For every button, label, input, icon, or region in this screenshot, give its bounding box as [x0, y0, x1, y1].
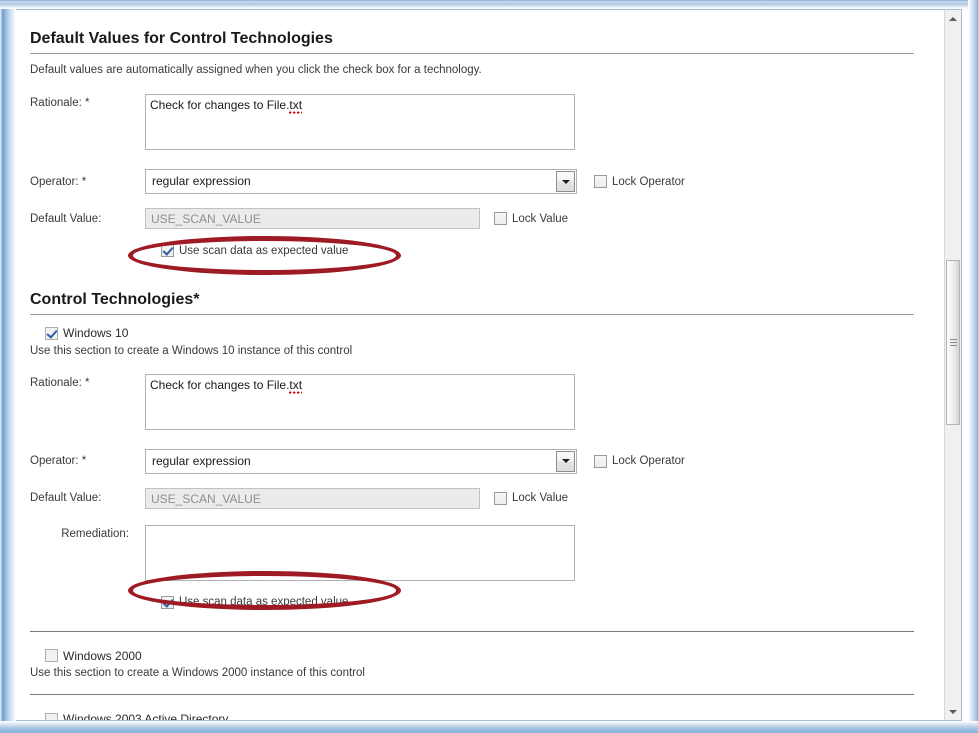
default-values-heading: Default Values for Control Technologies [30, 30, 914, 53]
default-use-scan-checkbox[interactable]: Use scan data as expected value [161, 244, 348, 257]
window-border-bottom [0, 721, 978, 733]
default-operator-value: regular expression [152, 174, 251, 188]
win10-remediation-textarea[interactable] [145, 525, 575, 581]
default-rationale-textarea[interactable]: Check for changes to File.txt [145, 94, 575, 150]
default-values-helper-text: Default values are automatically assigne… [30, 64, 914, 76]
scrollable-form-area: Default Values for Control Technologies … [16, 10, 944, 720]
default-use-scan-label: Use scan data as expected value [179, 245, 348, 257]
default-lock-operator-label: Lock Operator [612, 176, 685, 188]
default-value-input: USE_SCAN_VALUE [145, 208, 480, 229]
scroll-up-arrow-icon[interactable] [945, 10, 961, 27]
checkbox-box[interactable] [45, 649, 58, 662]
chevron-down-icon[interactable] [556, 451, 575, 472]
win10-default-value-text: USE_SCAN_VALUE [151, 492, 261, 506]
win10-default-value-row: Default Value: USE_SCAN_VALUE Lock Value [30, 488, 914, 509]
win10-lock-operator-checkbox[interactable]: Lock Operator [594, 455, 685, 468]
checkbox-box[interactable] [161, 596, 174, 609]
control-technologies-section: Control Technologies* Windows 10 Use thi… [30, 291, 914, 720]
technology-checkbox-windows-2003-ad[interactable]: Windows 2003 Active Directory [45, 712, 228, 720]
default-lock-operator-checkbox[interactable]: Lock Operator [594, 175, 685, 188]
technology-block-windows-10: Windows 10 Use this section to create a … [30, 326, 914, 609]
technology-description-windows-2000: Use this section to create a Windows 200… [30, 667, 914, 679]
default-value-text: USE_SCAN_VALUE [151, 212, 261, 226]
technology-block-windows-2003-ad: Windows 2003 Active Directory Use this s… [30, 712, 914, 720]
win10-rationale-label: Rationale: * [30, 374, 145, 389]
win10-default-value-input: USE_SCAN_VALUE [145, 488, 480, 509]
default-use-scan-row: Use scan data as expected value [30, 244, 914, 257]
default-operator-select[interactable]: regular expression [145, 169, 577, 194]
technology-label-windows-10: Windows 10 [63, 326, 128, 340]
win10-lock-operator-label: Lock Operator [612, 455, 685, 467]
default-rationale-row: Rationale: * Check for changes to File.t… [30, 94, 914, 150]
technology-description-windows-10: Use this section to create a Windows 10 … [30, 345, 914, 357]
win10-operator-select[interactable]: regular expression [145, 449, 577, 474]
window-border-left [0, 0, 16, 733]
win10-operator-value: regular expression [152, 454, 251, 468]
checkbox-box[interactable] [594, 175, 607, 188]
default-values-divider [30, 53, 914, 54]
technology-checkbox-windows-10[interactable]: Windows 10 [45, 326, 128, 340]
default-rationale-label: Rationale: * [30, 94, 145, 109]
checkbox-box[interactable] [161, 244, 174, 257]
win10-use-scan-row: Use scan data as expected value [30, 596, 914, 609]
win10-rationale-text: Check for changes to File. [150, 378, 289, 392]
technology-label-windows-2003-ad: Windows 2003 Active Directory [63, 712, 228, 720]
checkbox-box[interactable] [494, 212, 507, 225]
vertical-scrollbar[interactable] [944, 10, 961, 720]
window-border-right [968, 0, 978, 733]
win10-rationale-textarea[interactable]: Check for changes to File.txt [145, 374, 575, 430]
scroll-down-arrow-icon[interactable] [945, 703, 961, 720]
default-rationale-text-misspelled: txt [289, 98, 302, 116]
checkbox-box[interactable] [494, 492, 507, 505]
win10-operator-row: Operator: * regular expression Lock Oper… [30, 449, 914, 474]
window-border-top-line [0, 0, 978, 1]
checkbox-box[interactable] [594, 455, 607, 468]
default-value-label: Default Value: [30, 213, 145, 225]
win10-lock-value-label: Lock Value [512, 492, 568, 504]
default-values-section: Default Values for Control Technologies … [30, 30, 914, 257]
win10-use-scan-checkbox[interactable]: Use scan data as expected value [161, 596, 348, 609]
win10-remediation-row: Remediation: [30, 525, 914, 581]
win10-rationale-text-misspelled: txt [289, 378, 302, 396]
technology-label-windows-2000: Windows 2000 [63, 649, 142, 663]
win10-remediation-label: Remediation: [30, 525, 145, 540]
win10-lock-value-checkbox[interactable]: Lock Value [494, 492, 568, 505]
default-value-row: Default Value: USE_SCAN_VALUE Lock Value [30, 208, 914, 229]
control-technologies-heading: Control Technologies* [30, 291, 914, 314]
default-lock-value-checkbox[interactable]: Lock Value [494, 212, 568, 225]
checkbox-box[interactable] [45, 327, 58, 340]
technology-block-windows-2000: Windows 2000 Use this section to create … [30, 649, 914, 680]
default-operator-row: Operator: * regular expression Lock Oper… [30, 169, 914, 194]
application-window: Default Values for Control Technologies … [0, 0, 978, 733]
win10-default-value-label: Default Value: [30, 492, 145, 504]
technology-divider-1 [30, 631, 914, 632]
win10-operator-label: Operator: * [30, 455, 145, 467]
default-rationale-text: Check for changes to File. [150, 98, 289, 112]
default-lock-value-label: Lock Value [512, 213, 568, 225]
checkbox-box[interactable] [45, 713, 58, 721]
technology-divider-2 [30, 694, 914, 695]
control-technologies-divider [30, 314, 914, 315]
win10-rationale-row: Rationale: * Check for changes to File.t… [30, 374, 914, 430]
scrollbar-thumb[interactable] [946, 260, 960, 425]
chevron-down-icon[interactable] [556, 171, 575, 192]
win10-use-scan-label: Use scan data as expected value [179, 596, 348, 608]
default-operator-label: Operator: * [30, 176, 145, 188]
grip-icon [950, 339, 957, 346]
form-content-panel: Default Values for Control Technologies … [16, 9, 962, 721]
window-border-top [0, 0, 978, 9]
technology-checkbox-windows-2000[interactable]: Windows 2000 [45, 649, 142, 663]
